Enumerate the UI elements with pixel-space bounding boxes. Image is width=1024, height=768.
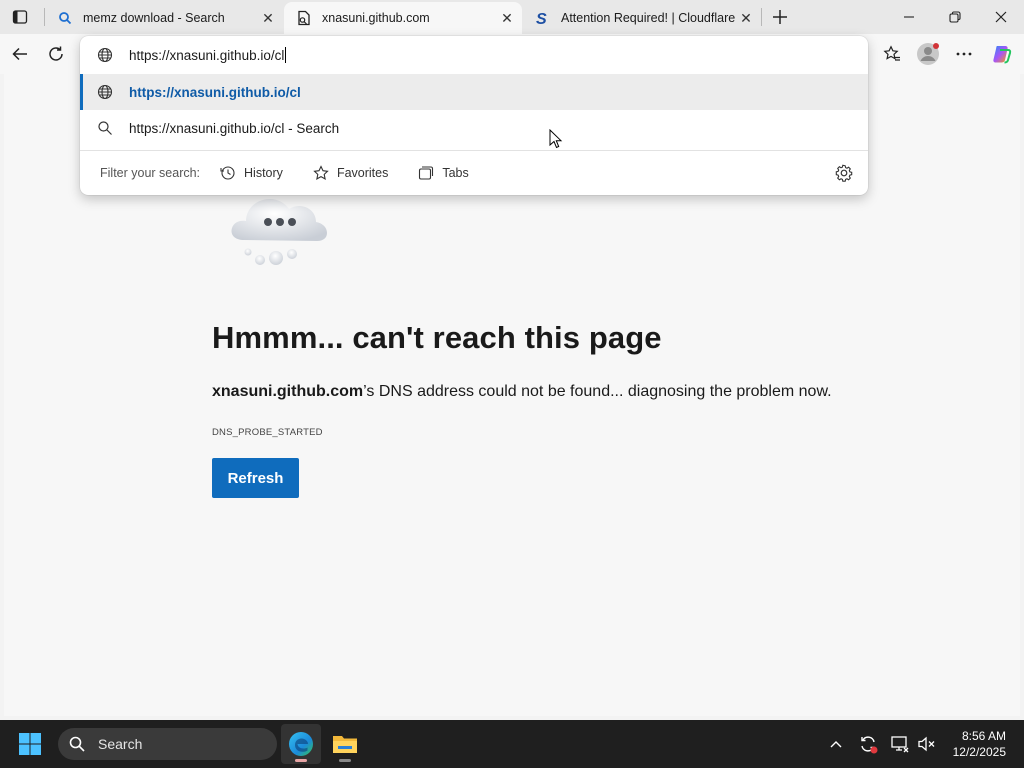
taskbar-search[interactable]: Search	[58, 728, 277, 760]
history-icon	[220, 166, 235, 180]
refresh-button[interactable]: Refresh	[212, 458, 299, 498]
suggestion-text: https://xnasuni.github.io/cl - Search	[129, 120, 340, 136]
bing-search-icon	[57, 10, 73, 26]
profile-button[interactable]	[912, 38, 944, 70]
tab-title: xnasuni.github.com	[322, 11, 430, 25]
restore-icon	[949, 11, 961, 23]
tab-title: memz download - Search	[83, 11, 225, 25]
suggestion-url[interactable]: https://xnasuni.github.io/cl	[80, 74, 868, 110]
filter-history-label: History	[244, 166, 283, 180]
minimize-icon	[904, 16, 914, 18]
plus-icon	[773, 10, 787, 24]
filter-favorites[interactable]: Favorites	[313, 165, 388, 181]
show-hidden-icons-button[interactable]	[824, 732, 848, 756]
system-clock[interactable]: 8:56 AM 12/2/2025	[953, 728, 1006, 760]
address-bar-input[interactable]: https://xnasuni.github.io/cl	[80, 36, 868, 74]
search-icon	[69, 736, 85, 752]
tab-memz-search[interactable]: memz download - Search ✕	[45, 2, 283, 34]
sync-status-button[interactable]	[856, 732, 880, 756]
back-button[interactable]	[4, 38, 36, 70]
network-monitor-icon	[891, 736, 909, 753]
divider	[80, 150, 868, 151]
tabs-icon	[419, 166, 434, 180]
running-indicator	[339, 759, 351, 762]
address-bar-dropdown: https://xnasuni.github.io/cl https://xna…	[80, 36, 868, 195]
filter-tabs-label: Tabs	[442, 166, 469, 180]
tab-cloudflare[interactable]: S Attention Required! | Cloudflare ✕	[523, 2, 761, 34]
windows-logo-icon	[19, 733, 41, 755]
close-icon	[995, 11, 1007, 23]
error-description: xnasuni.github.com’s DNS address could n…	[212, 383, 832, 401]
favorites-star-icon	[883, 45, 900, 61]
tab-strip: memz download - Search ✕ xnasuni.github.…	[0, 0, 1024, 34]
reload-icon	[49, 46, 63, 61]
star-icon	[313, 165, 329, 180]
favorites-button[interactable]	[876, 38, 908, 70]
tab-xnasuni-github[interactable]: xnasuni.github.com ✕	[284, 2, 522, 34]
filter-tabs[interactable]: Tabs	[418, 165, 469, 181]
search-filter-bar: Filter your search: History Favorites Ta…	[80, 158, 868, 188]
start-button[interactable]	[18, 732, 42, 761]
tab-title: Attention Required! | Cloudflare	[561, 11, 735, 25]
error-message: ’s DNS address could not be found... dia…	[363, 383, 832, 400]
filter-history[interactable]: History	[220, 165, 283, 181]
suggestion-text: https://xnasuni.github.io/cl	[129, 84, 301, 100]
cloudflare-s-icon: S	[535, 10, 551, 26]
chevron-up-icon	[830, 741, 842, 748]
svg-text:S: S	[536, 11, 547, 26]
restore-button[interactable]	[932, 0, 978, 34]
reload-button[interactable]	[40, 38, 72, 70]
taskbar-file-explorer[interactable]	[325, 724, 365, 764]
minimize-button[interactable]	[886, 0, 932, 34]
close-window-button[interactable]	[978, 0, 1024, 34]
close-tab-icon[interactable]: ✕	[257, 7, 279, 29]
folder-icon	[333, 736, 357, 753]
text-caret	[285, 47, 287, 63]
taskbar: Search 8:56 AM 12/2/2025	[0, 720, 1024, 768]
search-icon	[97, 120, 113, 136]
tab-actions-icon	[12, 10, 28, 24]
active-indicator	[295, 759, 307, 762]
close-tab-icon[interactable]: ✕	[735, 7, 757, 29]
copilot-button[interactable]	[986, 38, 1018, 70]
network-button[interactable]	[888, 732, 912, 756]
taskbar-search-label: Search	[98, 736, 143, 752]
address-input-value: https://xnasuni.github.io/cl	[129, 47, 285, 63]
close-tab-icon[interactable]: ✕	[496, 7, 518, 29]
error-code: DNS_PROBE_STARTED	[212, 427, 323, 438]
error-heading: Hmmm... can't reach this page	[212, 320, 662, 355]
edge-icon	[289, 732, 313, 756]
tab-separator	[761, 8, 762, 26]
new-tab-button[interactable]	[764, 2, 796, 32]
avatar-icon	[917, 43, 939, 65]
taskbar-edge[interactable]	[281, 724, 321, 764]
volume-muted-icon	[918, 736, 935, 752]
gear-icon[interactable]	[834, 163, 854, 183]
globe-icon	[97, 47, 113, 63]
tab-actions-button[interactable]	[0, 0, 40, 34]
mouse-cursor-icon	[549, 129, 563, 149]
clock-date: 12/2/2025	[952, 745, 1006, 759]
error-host: xnasuni.github.com	[212, 383, 364, 400]
copilot-icon	[993, 46, 1012, 64]
more-dots-icon	[956, 52, 972, 56]
sync-icon	[861, 736, 878, 754]
filter-favorites-label: Favorites	[336, 166, 389, 180]
settings-more-button[interactable]	[948, 38, 980, 70]
volume-button[interactable]	[914, 732, 938, 756]
back-arrow-icon	[12, 47, 27, 61]
suggestion-search[interactable]: https://xnasuni.github.io/cl - Search	[80, 110, 868, 146]
broken-page-icon	[296, 10, 312, 26]
filter-label: Filter your search:	[100, 166, 201, 180]
globe-icon	[97, 84, 113, 100]
clock-time: 8:56 AM	[961, 729, 1006, 743]
